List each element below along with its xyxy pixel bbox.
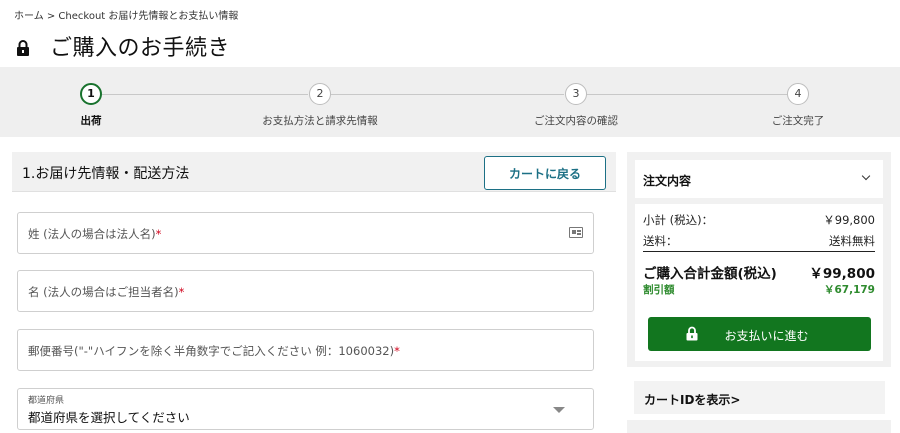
discount-row: 割引額 ￥67,179 [643,282,875,297]
required-mark: * [394,344,400,358]
last-name-field[interactable]: 姓 (法人の場合は法人名)* [17,212,594,254]
order-summary: 小計 (税込)： ￥99,800 送料： 送料無料 ご購入合計金額(税込) ￥9… [635,204,883,361]
first-name-field[interactable]: 名 (法人の場合はご担当者名)* [17,270,594,312]
order-sidebar: 注文内容 小計 (税込)： ￥99,800 送料： 送料無料 ご購入合計金額(税… [627,152,891,367]
sidebar-bottom-panel [627,420,891,433]
last-name-placeholder: 姓 (法人の場合は法人名)* [28,227,162,241]
step-label: お支払方法と請求先情報 [262,115,378,127]
page-title: ご購入のお手続き [50,36,231,61]
step-number: 2 [309,83,331,105]
step-number: 3 [565,83,587,105]
checkout-stepper: 1 出荷 2 お支払方法と請求先情報 3 ご注文内容の確認 4 ご注文完了 [0,67,900,137]
shipping-value: 送料無料 [829,234,875,248]
section-title: 1.お届け先情報・配送方法 [22,166,190,182]
summary-divider [643,251,875,252]
shipping-section-header: 1.お届け先情報・配送方法 カートに戻る [12,152,616,192]
back-to-cart-button[interactable]: カートに戻る [484,156,606,190]
step-label: 出荷 [80,115,102,127]
step-label: ご注文内容の確認 [534,115,618,127]
step-4: 4 ご注文完了 [738,83,858,128]
cart-id-label: カートIDを表示> [644,393,741,407]
discount-value: ￥67,179 [823,284,875,296]
prefecture-select[interactable]: 都道府県 都道府県を選択してください [17,388,594,430]
lock-icon [17,40,29,56]
chevron-down-icon [861,171,871,181]
discount-label: 割引額 [643,284,675,296]
subtotal-label: 小計 (税込)： [643,213,714,227]
step-number: 1 [80,83,102,105]
first-name-placeholder: 名 (法人の場合はご担当者名)* [28,285,185,299]
dropdown-arrow-icon [553,407,565,413]
proceed-to-payment-button[interactable]: お支払いに進む [648,317,871,351]
total-value: ￥99,800 [809,266,875,282]
postal-code-placeholder: 郵便番号("-"ハイフンを除く半角数字でご記入ください 例：1060032)* [28,344,400,358]
shipping-label: 送料： [643,234,678,248]
order-summary-toggle[interactable]: 注文内容 [635,160,883,198]
step-1: 1 出荷 [31,83,151,128]
step-number: 4 [787,83,809,105]
required-mark: * [178,285,185,299]
required-mark: * [155,227,162,241]
page-header: ご購入のお手続き [16,30,230,62]
step-3: 3 ご注文内容の確認 [516,83,636,128]
prefecture-value: 都道府県を選択してください [28,410,190,425]
pay-button-label: お支払いに進む [724,329,809,343]
step-label: ご注文完了 [771,115,825,127]
prefecture-label: 都道府県 [28,396,65,406]
total-row: ご購入合計金額(税込) ￥99,800 [643,262,875,282]
postal-code-field[interactable]: 郵便番号("-"ハイフンを除く半角数字でご記入ください 例：1060032)* [17,329,594,371]
step-2: 2 お支払方法と請求先情報 [260,83,380,128]
shipping-row: 送料： 送料無料 [643,233,875,249]
order-heading: 注文内容 [643,174,692,188]
breadcrumb[interactable]: ホーム > Checkout お届け先情報とお支払い情報 [14,7,238,22]
subtotal-value: ￥99,800 [823,213,875,227]
subtotal-row: 小計 (税込)： ￥99,800 [643,212,875,228]
contact-card-icon[interactable] [569,227,583,238]
total-label: ご購入合計金額(税込) [643,266,777,282]
show-cart-id-link[interactable]: カートIDを表示> [634,381,885,414]
